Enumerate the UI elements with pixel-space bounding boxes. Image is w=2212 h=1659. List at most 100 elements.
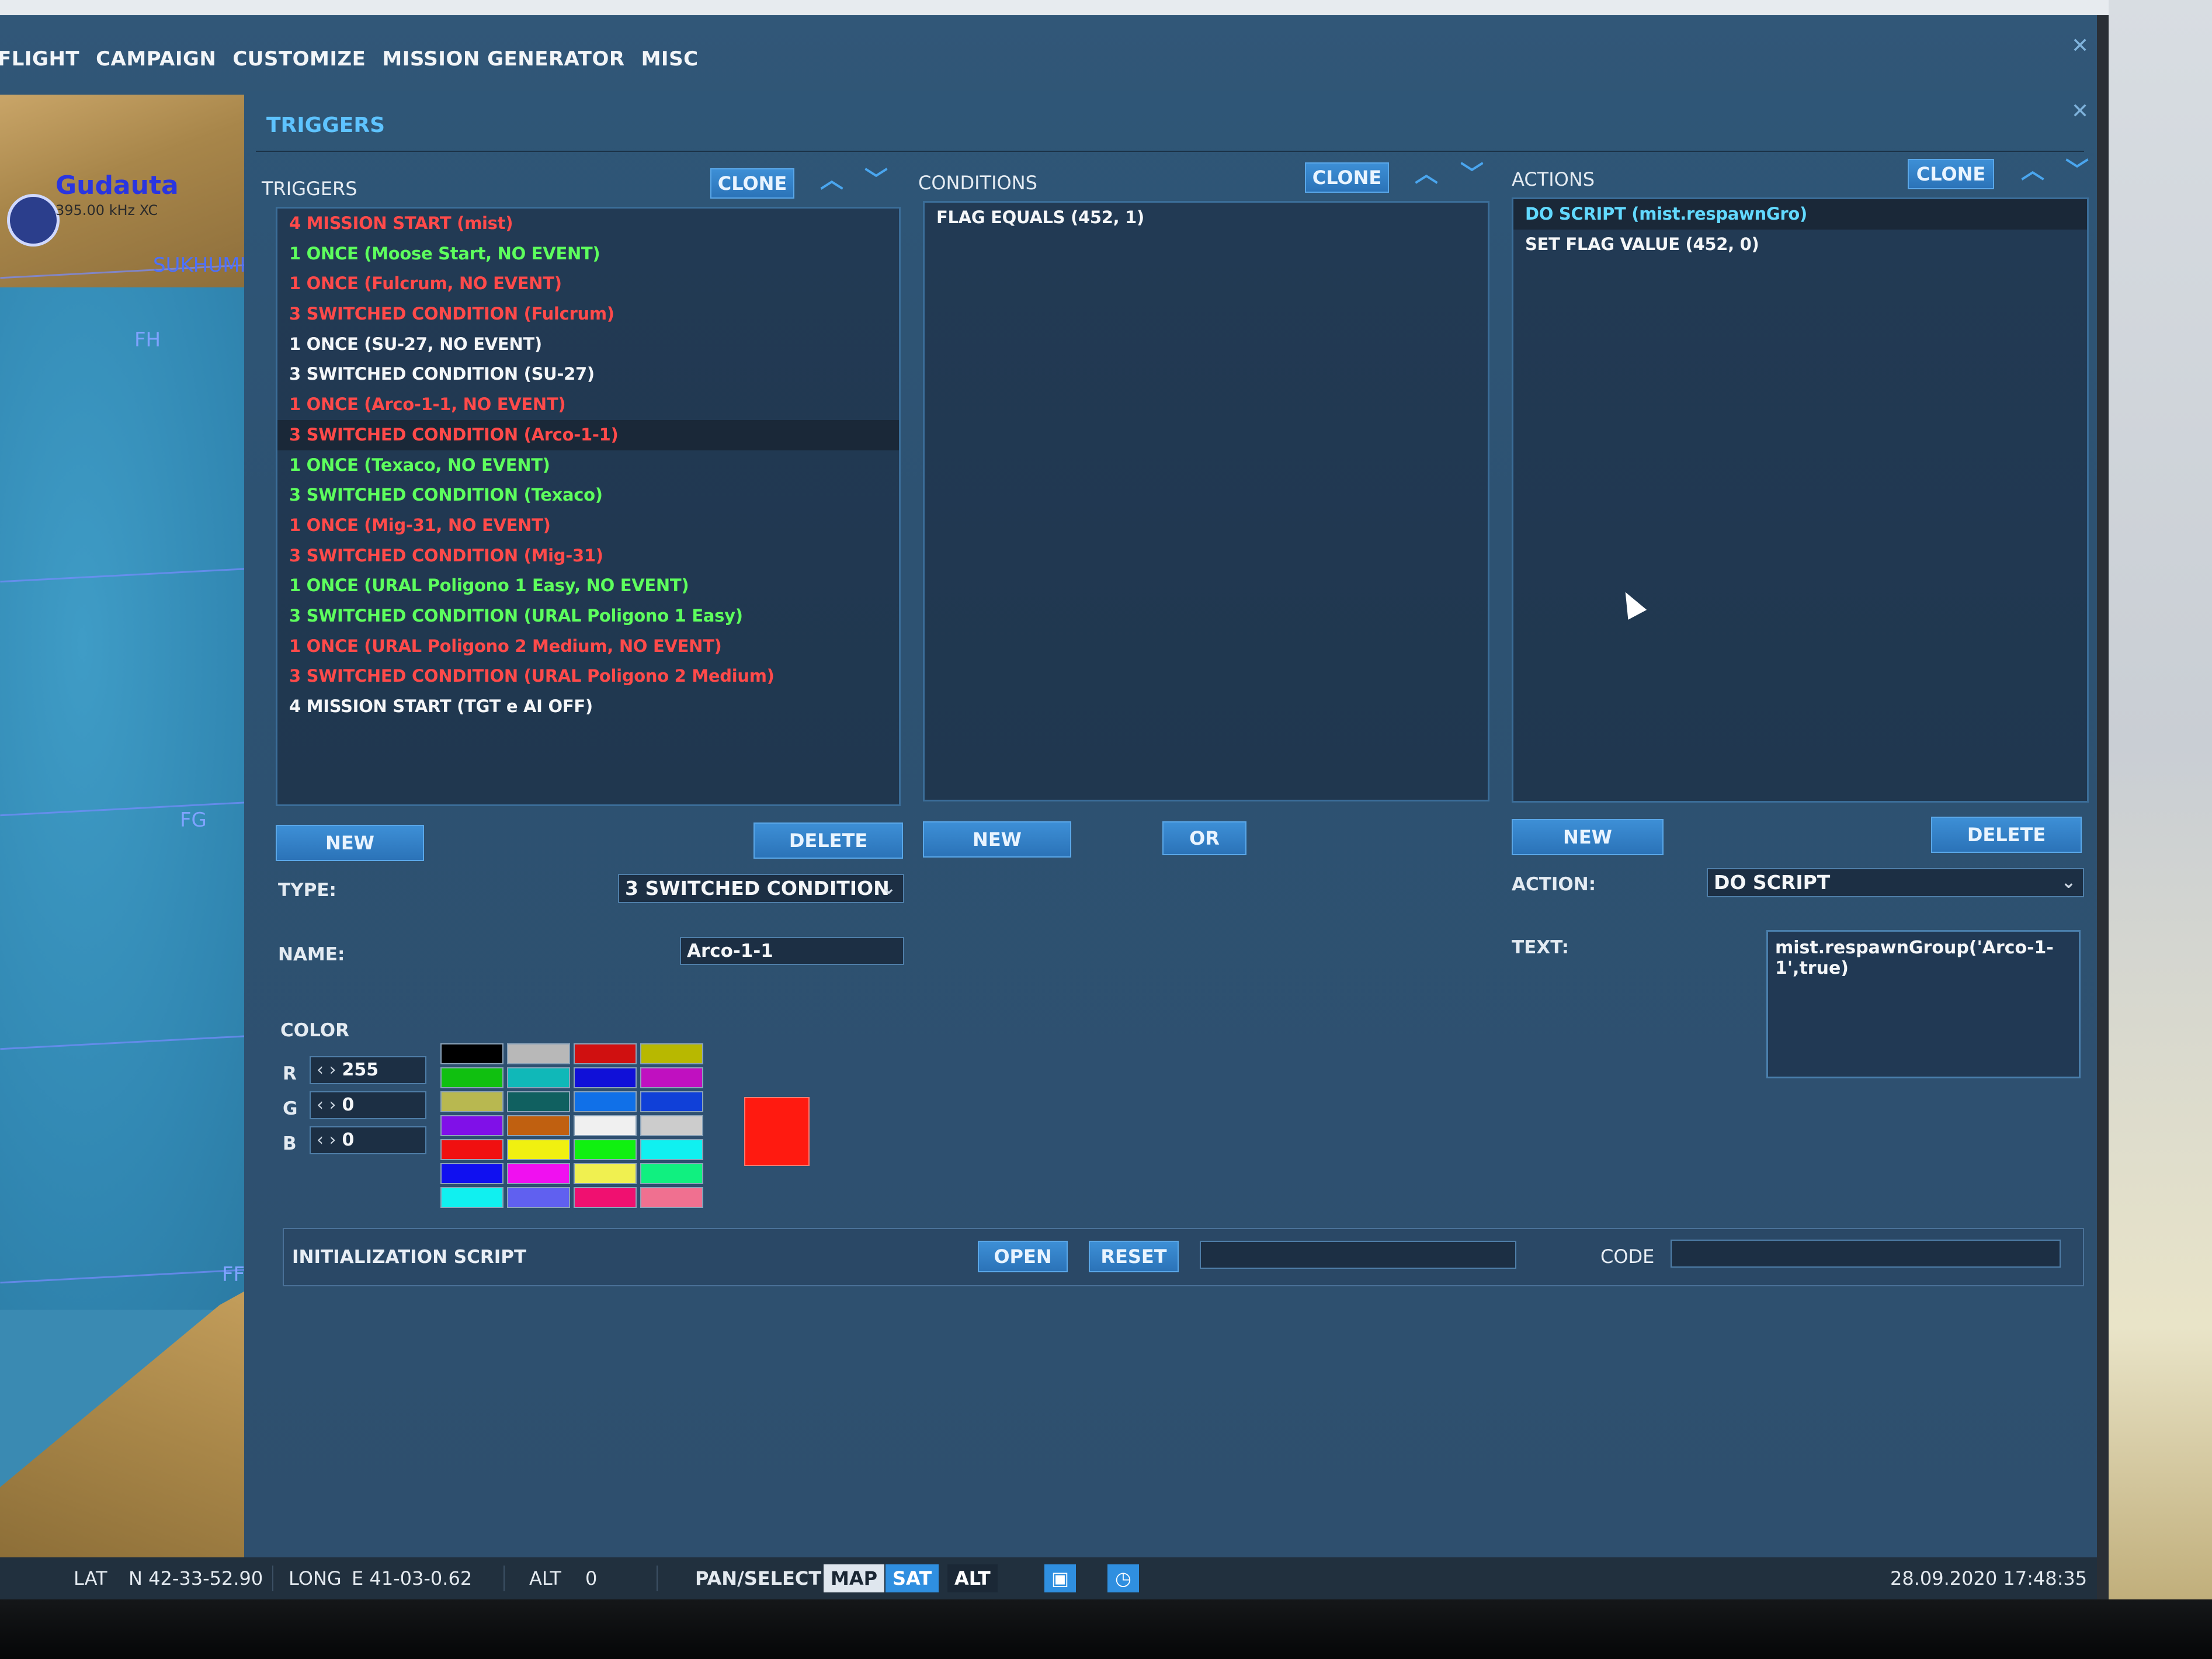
action-text-area[interactable]: mist.respawnGroup('Arco-1-1',true)	[1766, 930, 2081, 1078]
trigger-list-item[interactable]: 3 SWITCHED CONDITION (Texaco)	[277, 480, 899, 511]
condition-new-button[interactable]: NEW	[923, 821, 1071, 858]
palette-swatch[interactable]	[574, 1067, 637, 1088]
actions-list[interactable]: DO SCRIPT (mist.respawnGro) SET FLAG VALU…	[1512, 197, 2089, 803]
trigger-name-input[interactable]: Arco-1-1	[680, 937, 904, 965]
init-file-field[interactable]	[1200, 1241, 1516, 1269]
palette-swatch[interactable]	[507, 1139, 570, 1160]
palette-swatch[interactable]	[640, 1115, 703, 1136]
init-reset-button[interactable]: RESET	[1089, 1241, 1179, 1272]
actions-move-down-icon[interactable]: ﹀	[2065, 159, 2089, 182]
menu-campaign[interactable]: CAMPAIGN	[88, 43, 224, 75]
trigger-list-item[interactable]: 4 MISSION START (mist)	[277, 209, 899, 239]
palette-swatch[interactable]	[440, 1139, 503, 1160]
trigger-list-item[interactable]: 3 SWITCHED CONDITION (URAL Poligono 2 Me…	[277, 661, 899, 692]
palette-swatch[interactable]	[440, 1091, 503, 1112]
pan-select-mode[interactable]: PAN/SELECT	[695, 1557, 821, 1599]
palette-swatch[interactable]	[640, 1091, 703, 1112]
palette-swatch[interactable]	[507, 1115, 570, 1136]
trigger-list-item[interactable]: 1 ONCE (URAL Poligono 1 Easy, NO EVENT)	[277, 571, 899, 601]
initialization-script-row: INITIALIZATION SCRIPT OPEN RESET CODE	[283, 1228, 2084, 1286]
palette-swatch[interactable]	[640, 1139, 703, 1160]
trigger-type-select[interactable]: 3 SWITCHED CONDITION ⌄	[618, 874, 904, 903]
palette-swatch[interactable]	[640, 1187, 703, 1208]
window-title: TRIGGERS	[266, 113, 386, 137]
init-open-button[interactable]: OPEN	[978, 1241, 1068, 1272]
film-icon[interactable]: ▣	[1044, 1564, 1076, 1592]
palette-swatch[interactable]	[507, 1067, 570, 1088]
grid-label: FG	[180, 808, 207, 832]
palette-swatch[interactable]	[574, 1091, 637, 1112]
palette-swatch[interactable]	[640, 1163, 703, 1184]
palette-swatch[interactable]	[440, 1067, 503, 1088]
trigger-list-item[interactable]: 1 ONCE (SU-27, NO EVENT)	[277, 329, 899, 360]
menu-misc[interactable]: MISC	[633, 43, 707, 75]
map-view[interactable]: Gudauta 395.00 kHz XC SUKHUMI FH FG FF	[0, 95, 275, 1567]
trigger-list-item[interactable]: 3 SWITCHED CONDITION (SU-27)	[277, 359, 899, 390]
blue-value: 0	[342, 1130, 355, 1150]
menu-customize[interactable]: CUSTOMIZE	[224, 43, 374, 75]
red-stepper[interactable]: ‹ › 255	[310, 1056, 426, 1084]
conditions-clone-button[interactable]: CLONE	[1305, 162, 1389, 193]
action-new-button[interactable]: NEW	[1512, 819, 1664, 855]
conditions-move-down-icon[interactable]: ﹀	[1460, 162, 1484, 186]
palette-swatch[interactable]	[440, 1043, 503, 1064]
action-list-item[interactable]: DO SCRIPT (mist.respawnGro)	[1513, 199, 2087, 230]
palette-swatch[interactable]	[574, 1163, 637, 1184]
condition-list-item[interactable]: FLAG EQUALS (452, 1)	[925, 203, 1488, 233]
trigger-list-item[interactable]: 1 ONCE (Moose Start, NO EVENT)	[277, 239, 899, 269]
conditions-move-up-icon[interactable]: ︿	[1415, 162, 1438, 186]
triggers-list[interactable]: 4 MISSION START (mist) 1 ONCE (Moose Star…	[276, 207, 901, 806]
palette-swatch[interactable]	[507, 1091, 570, 1112]
triggers-move-up-icon[interactable]: ︿	[820, 168, 843, 192]
action-type-select[interactable]: DO SCRIPT ⌄	[1707, 868, 2084, 897]
actions-move-up-icon[interactable]: ︿	[2021, 159, 2044, 182]
trigger-list-item[interactable]: 3 SWITCHED CONDITION (URAL Poligono 1 Ea…	[277, 601, 899, 631]
alt-mode-button[interactable]: ALT	[947, 1564, 998, 1592]
blue-stepper[interactable]: ‹ › 0	[310, 1126, 426, 1154]
palette-swatch[interactable]	[640, 1043, 703, 1064]
palette-swatch[interactable]	[574, 1115, 637, 1136]
palette-swatch[interactable]	[574, 1187, 637, 1208]
trigger-list-item[interactable]: 3 SWITCHED CONDITION (Fulcrum)	[277, 299, 899, 329]
trigger-list-item[interactable]: 1 ONCE (Texaco, NO EVENT)	[277, 450, 899, 481]
menu-mission-generator[interactable]: MISSION GENERATOR	[374, 43, 633, 75]
sat-mode-button[interactable]: SAT	[886, 1564, 939, 1592]
green-stepper[interactable]: ‹ › 0	[310, 1091, 426, 1119]
trigger-list-item[interactable]: 1 ONCE (Fulcrum, NO EVENT)	[277, 269, 899, 299]
trigger-list-item[interactable]: 1 ONCE (Mig-31, NO EVENT)	[277, 511, 899, 541]
map-land-south	[0, 1275, 275, 1567]
editor-close-icon[interactable]: ✕	[2071, 34, 2089, 58]
palette-swatch[interactable]	[440, 1187, 503, 1208]
triggers-clone-button[interactable]: CLONE	[710, 168, 794, 199]
conditions-list[interactable]: FLAG EQUALS (452, 1)	[923, 201, 1489, 801]
trigger-delete-button[interactable]: DELETE	[753, 822, 903, 859]
palette-swatch[interactable]	[440, 1115, 503, 1136]
trigger-list-item[interactable]: 1 ONCE (URAL Poligono 2 Medium, NO EVENT…	[277, 631, 899, 662]
map-mode-button[interactable]: MAP	[824, 1564, 885, 1592]
palette-swatch[interactable]	[440, 1163, 503, 1184]
airfield-icon[interactable]	[7, 194, 60, 247]
triggers-move-down-icon[interactable]: ﹀	[864, 168, 888, 192]
palette-swatch[interactable]	[574, 1139, 637, 1160]
menu-flight[interactable]: FLIGHT	[0, 43, 88, 75]
triggers-close-icon[interactable]: ✕	[2071, 99, 2089, 123]
palette-swatch[interactable]	[507, 1043, 570, 1064]
palette-swatch[interactable]	[507, 1163, 570, 1184]
stepper-arrows-icon[interactable]: ‹ ›	[317, 1130, 336, 1150]
stepper-arrows-icon[interactable]: ‹ ›	[317, 1095, 336, 1115]
action-delete-button[interactable]: DELETE	[1931, 817, 2082, 853]
actions-clone-button[interactable]: CLONE	[1908, 159, 1994, 189]
palette-swatch[interactable]	[574, 1043, 637, 1064]
stepper-arrows-icon[interactable]: ‹ ›	[317, 1060, 336, 1080]
clock-icon[interactable]: ◷	[1107, 1564, 1139, 1592]
trigger-list-item[interactable]: 3 SWITCHED CONDITION (Arco-1-1)	[277, 419, 899, 450]
palette-swatch[interactable]	[507, 1187, 570, 1208]
init-code-field[interactable]	[1671, 1240, 2061, 1268]
action-list-item[interactable]: SET FLAG VALUE (452, 0)	[1513, 230, 2087, 260]
trigger-list-item[interactable]: 3 SWITCHED CONDITION (Mig-31)	[277, 541, 899, 571]
trigger-list-item[interactable]: 1 ONCE (Arco-1-1, NO EVENT)	[277, 390, 899, 420]
trigger-new-button[interactable]: NEW	[276, 825, 424, 861]
trigger-list-item[interactable]: 4 MISSION START (TGT e AI OFF)	[277, 692, 899, 722]
condition-or-button[interactable]: OR	[1162, 821, 1246, 855]
palette-swatch[interactable]	[640, 1067, 703, 1088]
